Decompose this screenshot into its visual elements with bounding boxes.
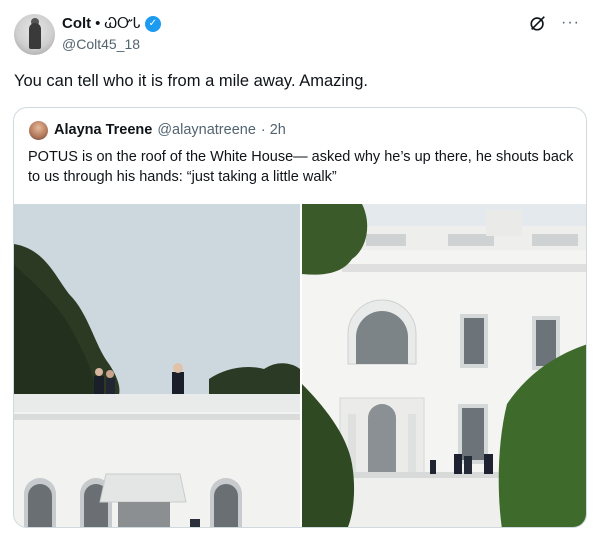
- verified-badge-icon: ✓: [144, 15, 161, 32]
- post-author-name[interactable]: Colt: [62, 15, 91, 32]
- post-author-name-row[interactable]: Colt • ᏇᏅᏓ ✓: [62, 15, 161, 32]
- photo-roof-people[interactable]: [14, 204, 300, 527]
- photo-white-house-image: [302, 204, 586, 527]
- quoted-post-time[interactable]: · 2h: [261, 122, 286, 138]
- post-top-actions: ···: [529, 14, 580, 32]
- photo-white-house[interactable]: [302, 204, 586, 527]
- avatar-figure: [29, 23, 41, 49]
- quoted-post-media: [14, 204, 586, 527]
- quoted-post-text: POTUS is on the roof of the White House—…: [28, 149, 574, 185]
- quoted-post[interactable]: Alayna Treene @alaynatreene · 2h POTUS i…: [13, 107, 587, 528]
- photo-roof-image: [14, 204, 300, 527]
- quoted-author-handle[interactable]: @alaynatreene: [157, 122, 256, 138]
- post-author-name-suffix: • ᏇᏅᏓ: [95, 15, 141, 32]
- post-author-handle[interactable]: @Colt45_18: [62, 36, 140, 52]
- quoted-author-name[interactable]: Alayna Treene: [54, 122, 152, 138]
- grok-icon[interactable]: [529, 14, 547, 32]
- more-options-icon[interactable]: ···: [561, 15, 580, 31]
- quoted-author-avatar[interactable]: [29, 121, 48, 140]
- post-text: You can tell who it is from a mile away.…: [14, 72, 368, 90]
- quoted-post-header: Alayna Treene @alaynatreene · 2h: [54, 122, 286, 138]
- post-author-avatar[interactable]: [14, 14, 55, 55]
